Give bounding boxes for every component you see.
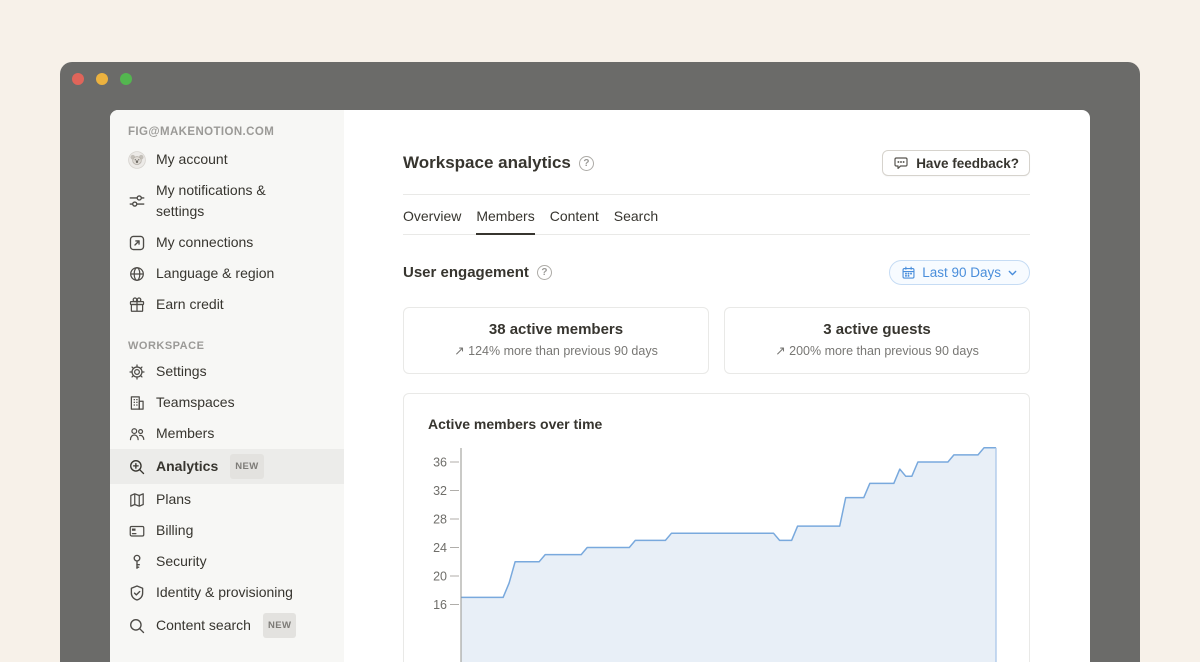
sidebar-item-my-account[interactable]: My account [110,144,344,175]
sidebar-item-label: Language & region [156,263,274,284]
settings-sidebar: FIG@MAKENOTION.COM My account My notific… [110,110,344,662]
help-icon[interactable]: ? [579,156,594,171]
sidebar-item-billing[interactable]: Billing [110,515,344,546]
y-axis-tick-label: 36 [433,456,447,470]
trend-up-arrow-icon: ↗ [775,344,785,358]
calendar-icon [901,265,916,280]
y-axis-tick-label: 20 [433,570,447,584]
people-icon [128,425,146,443]
settings-panel: FIG@MAKENOTION.COM My account My notific… [110,110,1090,662]
account-email: FIG@MAKENOTION.COM [110,126,344,144]
avatar [128,151,146,169]
active-members-card: 38 active members ↗ 124% more than previ… [403,307,709,374]
new-badge: NEW [230,454,263,479]
sidebar-item-label: Earn credit [156,294,224,315]
active-guests-card: 3 active guests ↗ 200% more than previou… [724,307,1030,374]
app-window: FIG@MAKENOTION.COM My account My notific… [60,62,1140,662]
analytics-tabs: Overview Members Content Search [403,195,1030,235]
stat-subtitle: ↗ 124% more than previous 90 days [412,343,700,358]
sidebar-item-settings[interactable]: Settings [110,356,344,387]
tab-overview[interactable]: Overview [403,195,461,234]
chart-title: Active members over time [428,416,1005,432]
building-icon [128,394,146,412]
map-icon [128,491,146,509]
y-axis-tick-label: 16 [433,598,447,612]
sidebar-item-content-search[interactable]: Content search NEW [110,608,344,643]
speech-bubble-icon [893,155,909,171]
new-badge: NEW [263,613,296,638]
sidebar-item-label: Billing [156,520,193,541]
sidebar-item-plans[interactable]: Plans [110,484,344,515]
sidebar-item-language-region[interactable]: Language & region [110,258,344,289]
feedback-button-label: Have feedback? [916,156,1019,171]
have-feedback-button[interactable]: Have feedback? [882,150,1030,176]
section-title: User engagement [403,264,529,281]
arrow-up-right-box-icon [128,234,146,252]
date-range-button[interactable]: Last 90 Days [889,260,1030,285]
chevron-down-icon [1007,267,1018,278]
sidebar-item-label: My connections [156,232,253,253]
sidebar-item-earn-credit[interactable]: Earn credit [110,289,344,320]
sidebar-item-security[interactable]: Security [110,546,344,577]
sidebar-item-label: Members [156,423,214,444]
stat-title: 38 active members [412,321,700,338]
sidebar-item-label: Content search [156,615,251,636]
zoom-window-button[interactable] [120,73,132,85]
tab-content[interactable]: Content [550,195,599,234]
gear-icon [128,363,146,381]
magnifier-icon [128,617,146,635]
gift-icon [128,296,146,314]
sidebar-item-label: Teamspaces [156,392,235,413]
globe-icon [128,265,146,283]
sidebar-item-label: Plans [156,489,191,510]
stat-title: 3 active guests [733,321,1021,338]
shield-check-icon [128,584,146,602]
help-icon[interactable]: ? [537,265,552,280]
sidebar-item-label: Analytics [156,456,218,477]
sidebar-item-analytics[interactable]: Analytics NEW [110,449,344,484]
sidebar-item-label: Security [156,551,207,572]
active-members-chart-card: Active members over time 36 32 28 24 20 16 [403,393,1030,662]
window-controls [72,73,132,85]
active-members-chart: 36 32 28 24 20 16 [428,440,1005,662]
tab-members[interactable]: Members [476,195,534,234]
sliders-icon [128,192,146,210]
sidebar-section-workspace: WORKSPACE [110,340,344,356]
key-icon [128,553,146,571]
y-axis-tick-label: 24 [433,541,447,555]
sidebar-item-my-connections[interactable]: My connections [110,227,344,258]
minimize-window-button[interactable] [96,73,108,85]
sidebar-item-label: Settings [156,361,207,382]
stat-subtitle: ↗ 200% more than previous 90 days [733,343,1021,358]
analytics-main: Workspace analytics ? Have feedback? Ove… [344,110,1090,662]
credit-card-icon [128,522,146,540]
area-chart-svg: 36 32 28 24 20 16 [428,440,1005,662]
tab-search[interactable]: Search [614,195,658,234]
sidebar-item-label: Identity & provisioning [156,582,293,603]
sidebar-item-label: My account [156,149,228,170]
sidebar-item-label: My notifications & settings [156,180,316,222]
sidebar-item-members[interactable]: Members [110,418,344,449]
page-title: Workspace analytics [403,153,571,173]
sidebar-item-my-notifications-settings[interactable]: My notifications & settings [110,175,344,227]
trend-up-arrow-icon: ↗ [454,344,464,358]
close-window-button[interactable] [72,73,84,85]
sidebar-item-teamspaces[interactable]: Teamspaces [110,387,344,418]
magnifier-plus-icon [128,458,146,476]
y-axis-tick-label: 28 [433,513,447,527]
y-axis-tick-label: 32 [433,484,447,498]
sidebar-item-identity-provisioning[interactable]: Identity & provisioning [110,577,344,608]
date-range-label: Last 90 Days [922,265,1001,280]
